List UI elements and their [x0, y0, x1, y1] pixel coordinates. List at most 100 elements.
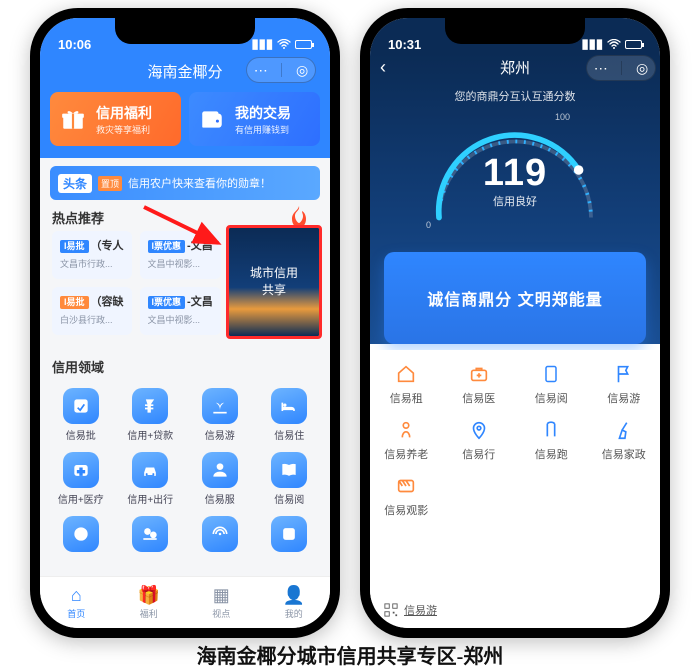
score-value: 119	[420, 152, 610, 195]
miniprogram-capsule[interactable]: ⋯ ◎	[246, 57, 316, 83]
domain-grid: 信易批 信用+贷款 信易游 信易住 信用+医疗 信用+出行 信易服 信易阅	[40, 380, 330, 556]
housekeeping-icon	[612, 418, 636, 442]
score-gauge: 0 100 119 信用良好	[420, 110, 610, 230]
elder-icon	[394, 418, 418, 442]
hot-card[interactable]: I票优惠-文昌 文昌中视影...	[140, 231, 221, 279]
banner-text: 信用农户快来查看你的勋章！	[128, 175, 271, 191]
stamp-icon	[63, 388, 99, 424]
gift-icon: 🎁	[138, 585, 160, 606]
service-item[interactable]: 信易阅	[515, 354, 588, 410]
battery-icon	[295, 40, 312, 49]
gauge-min: 0	[426, 220, 431, 230]
target-icon[interactable]: ◎	[636, 60, 648, 77]
screen-right: 10:31 ▮▮▮ ‹ 郑州 ⋯ ◎	[370, 18, 660, 628]
slogan-card[interactable]: 诚信商鼎分 文明郑能量	[384, 252, 646, 344]
miniprogram-capsule[interactable]: ⋯ ◎	[586, 55, 656, 81]
tab-welfare[interactable]: 🎁福利	[113, 577, 186, 628]
phone-frame-left: 10:06 ▮▮▮ 海南金椰分 ⋯ ◎	[30, 8, 340, 638]
app-header: 海南金椰分 ⋯ ◎ 信用福利 救灾等享福利	[40, 54, 330, 158]
wifi-icon	[607, 39, 621, 49]
domain-item[interactable]: 信易阅	[255, 446, 325, 510]
screen-left: 10:06 ▮▮▮ 海南金椰分 ⋯ ◎	[40, 18, 330, 628]
battery-icon	[625, 40, 642, 49]
banner-tag: 头条	[58, 174, 92, 193]
dots-icon[interactable]: ⋯	[594, 60, 608, 77]
tab-vision[interactable]: ▦视点	[185, 577, 258, 628]
subtitle: 您的商鼎分互认互通分数	[370, 88, 660, 104]
service-item[interactable]: 信易医	[443, 354, 516, 410]
home-icon	[394, 362, 418, 386]
service-item[interactable]: 信易观影	[370, 466, 443, 522]
tab-me[interactable]: 👤我的	[258, 577, 331, 628]
hot-card[interactable]: I易批（专人 文昌市行政...	[52, 231, 132, 279]
dots-icon[interactable]: ⋯	[254, 62, 268, 79]
car-icon	[132, 452, 168, 488]
title-bar: ‹ 郑州 ⋯ ◎	[370, 54, 660, 82]
city-credit-share-card[interactable]: 城市信用 共享	[226, 225, 322, 339]
domain-item[interactable]: 信用+医疗	[46, 446, 116, 510]
home-icon: ⌂	[71, 585, 82, 606]
domain-item[interactable]: 信易游	[185, 382, 255, 446]
domain-item[interactable]	[255, 510, 325, 556]
wallet-icon	[197, 104, 227, 134]
grid-icon: ▦	[213, 585, 230, 606]
back-icon[interactable]: ‹	[380, 57, 386, 78]
section-title: 信用领域	[52, 357, 104, 376]
service-grid-area: 信易租 信易医 信易阅 信易游 信易养老 信易行 信易跑 信易家政 信易观影	[370, 350, 660, 628]
card-my-trade[interactable]: 我的交易 有信用赚钱到	[189, 92, 320, 146]
flag-icon	[612, 362, 636, 386]
icon	[271, 516, 307, 552]
card-sub: 救灾等享福利	[96, 123, 152, 136]
service-item[interactable]: 信易家政	[588, 410, 661, 466]
domain-item[interactable]	[116, 510, 186, 556]
section-domain: 信用领域	[40, 349, 330, 380]
card-sub: 有信用赚钱到	[235, 123, 291, 136]
money-icon	[132, 388, 168, 424]
section-title: 热点推荐	[52, 208, 104, 227]
status-time: 10:06	[58, 37, 91, 52]
phone-frame-right: 10:31 ▮▮▮ ‹ 郑州 ⋯ ◎	[360, 8, 670, 638]
hot-card[interactable]: I易批（容缺 白沙县行政...	[52, 287, 132, 335]
book-icon	[271, 452, 307, 488]
target-icon[interactable]: ◎	[296, 62, 308, 79]
service-item[interactable]: 信易游	[588, 354, 661, 410]
page-title: 海南金椰分	[147, 61, 222, 82]
tab-bar: ⌂首页 🎁福利 ▦视点 👤我的	[40, 576, 330, 628]
run-icon	[539, 418, 563, 442]
movie-icon	[394, 474, 418, 498]
medical-icon	[63, 452, 99, 488]
book-icon	[539, 362, 563, 386]
signal-icon	[202, 516, 238, 552]
signal-icon: ▮▮▮	[582, 36, 603, 52]
headline-banner[interactable]: 头条 置顶 信用农户快来查看你的勋章！	[50, 166, 320, 200]
gauge-max: 100	[555, 112, 570, 122]
service-item[interactable]: 信易行	[443, 410, 516, 466]
status-icons: ▮▮▮	[252, 36, 312, 52]
domain-item[interactable]	[46, 510, 116, 556]
tab-home[interactable]: ⌂首页	[40, 577, 113, 628]
domain-item[interactable]: 信用+出行	[116, 446, 186, 510]
domain-item[interactable]: 信易服	[185, 446, 255, 510]
figure-caption: 海南金椰分城市信用共享专区-郑州	[0, 640, 700, 669]
footer-label: 信易游	[404, 602, 437, 618]
score-status: 信用良好	[420, 193, 610, 209]
domain-item[interactable]: 信用+贷款	[116, 382, 186, 446]
banner-hot: 置顶	[98, 176, 122, 191]
signal-icon: ▮▮▮	[252, 36, 273, 52]
card-title: 我的交易	[235, 103, 291, 123]
slogan-text: 诚信商鼎分 文明郑能量	[427, 286, 602, 310]
domain-item[interactable]: 信易住	[255, 382, 325, 446]
card-credit-welfare[interactable]: 信用福利 救灾等享福利	[50, 92, 181, 146]
domain-item[interactable]: 信易批	[46, 382, 116, 446]
palm-icon	[202, 388, 238, 424]
footer-link[interactable]: 信易游	[384, 602, 437, 618]
notch	[115, 18, 255, 44]
service-item[interactable]: 信易养老	[370, 410, 443, 466]
hot-card[interactable]: I票优惠-文昌 文昌中视影...	[140, 287, 221, 335]
film-icon	[132, 516, 168, 552]
service-item[interactable]: 信易租	[370, 354, 443, 410]
domain-item[interactable]	[185, 510, 255, 556]
qr-icon	[384, 603, 398, 617]
person-icon: 👤	[283, 585, 305, 606]
service-item[interactable]: 信易跑	[515, 410, 588, 466]
